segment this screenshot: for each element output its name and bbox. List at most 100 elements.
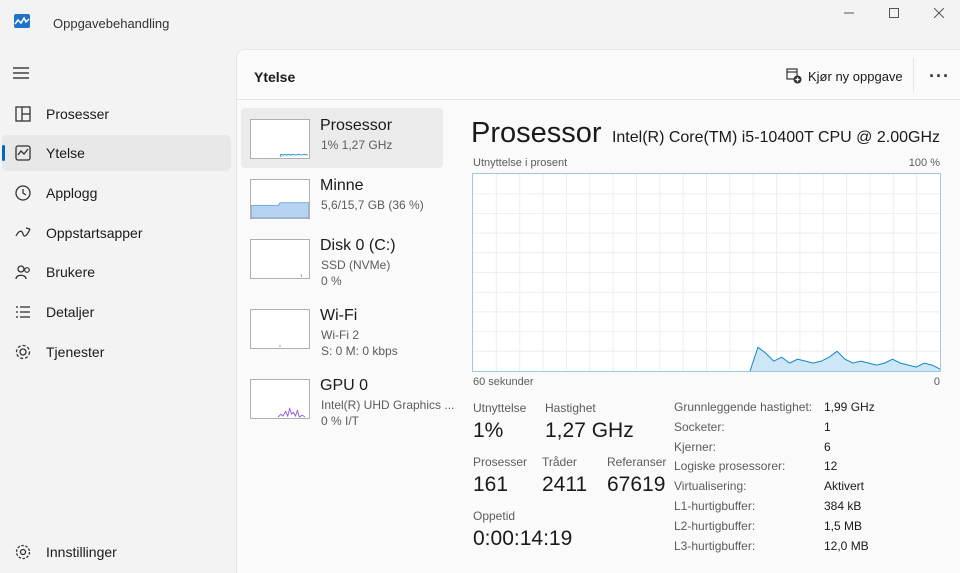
device-name: Minne [320,177,364,194]
sidebar-item-label: Ytelse [46,145,85,161]
property-key: Socketer: [674,419,725,434]
property-value: 12,0 MB [824,538,869,553]
title-bar: Oppgavebehandling [0,0,960,48]
device-thumbnail-graph [250,179,310,219]
users-icon [15,265,30,280]
device-subtitle-secondary: S: 0 M: 0 kbps [321,344,398,358]
property-value: 6 [824,439,831,454]
sidebar-item-label: Tjenester [46,344,105,360]
device-thumbnail-graph [250,309,310,349]
active-indicator [2,145,5,161]
graph-min-label: 0 [933,376,940,388]
processes-label: Prosesser [473,455,528,469]
device-subtitle: Wi-Fi 2 [321,328,359,342]
graph-time-label: 60 sekunder [473,376,534,388]
threads-value: 2411 [542,473,588,496]
more-options-button[interactable]: ··· [929,66,950,87]
sidebar-item-label: Prosesser [46,106,110,122]
sidebar-item-app-history[interactable]: Applogg [2,175,231,211]
graph-label: Utnyttelse i prosent [473,157,568,169]
sidebar-item-services[interactable]: Tjenester [2,334,231,370]
services-icon [15,344,31,360]
device-item[interactable]: Disk 0 (C:) SSD (NVMe) 0 % [241,228,443,288]
run-new-task-label: Kjør ny oppgave [808,68,903,84]
utilization-value: 1% [473,419,504,442]
processes-value: 161 [473,473,509,496]
settings-label: Innstillinger [46,544,117,560]
minimize-icon [844,12,854,14]
speed-label: Hastighet [545,401,596,415]
device-item[interactable]: GPU 0 Intel(R) UHD Graphics ... 0 % I/T [241,368,454,428]
detail-title: Prosessor [471,117,602,149]
property-value: 1,5 MB [824,518,863,533]
page-title: Ytelse [254,69,296,85]
uptime-label: Oppetid [473,509,516,523]
gear-icon [15,544,31,560]
processes-icon [15,106,31,122]
device-item[interactable]: Prosessor 1% 1,27 GHz [241,108,443,168]
cpu-model: Intel(R) Core(TM) i5-10400T CPU @ 2.00GH… [611,129,940,146]
close-button[interactable] [916,4,960,22]
property-key: Virtualisering: [674,479,747,494]
property-key: L3-hurtigbuffer: [674,538,756,553]
sidebar-item-label: Detaljer [46,304,95,320]
hamburger-menu-icon[interactable] [12,66,30,80]
device-subtitle-secondary: 0 % I/T [321,414,360,428]
device-subtitle: 1% 1,27 GHz [321,138,393,152]
window-title: Oppgavebehandling [53,16,170,31]
sidebar-item-details[interactable]: Detaljer [2,294,231,330]
details-icon [16,306,30,318]
property-key: L1-hurtigbuffer: [674,499,756,513]
handles-value: 67619 [607,473,666,496]
app-history-icon [15,185,31,201]
sidebar-item-processes[interactable]: Prosesser [2,96,231,132]
threads-label: Tråder [542,455,577,469]
device-subtitle: Intel(R) UHD Graphics ... [321,398,455,412]
content-panel: Ytelse Kjør ny oppgave ··· Prosessor 1% 1… [236,49,960,573]
device-item[interactable]: Wi-Fi Wi-Fi 2 S: 0 M: 0 kbps [241,298,443,358]
sidebar-item-label: Applogg [46,185,98,201]
property-value: Aktivert [824,479,865,494]
device-subtitle: 5,6/15,7 GB (36 %) [321,198,424,212]
device-item[interactable]: Minne 5,6/15,7 GB (36 %) [241,168,443,228]
sidebar-item-label: Brukere [46,264,96,280]
property-key: Kjerner: [674,439,717,454]
device-subtitle: SSD (NVMe) [321,258,391,272]
device-name: GPU 0 [320,377,369,394]
content-header: Ytelse Kjør ny oppgave ··· [237,50,960,100]
device-name: Disk 0 (C:) [320,237,396,254]
property-value: 1,99 GHz [824,400,875,414]
speed-value: 1,27 GHz [545,419,634,442]
maximize-icon [889,8,899,18]
property-key: Logiske prosessorer: [674,459,786,474]
sidebar-item-label: Oppstartsapper [46,225,143,241]
device-thumbnail-graph [250,119,310,159]
property-value: 1 [824,419,831,434]
minimize-button[interactable] [826,4,872,22]
run-new-task-button[interactable]: Kjør ny oppgave [786,66,903,86]
sidebar-item-users[interactable]: Brukere [2,254,231,290]
graph-max-label: 100 % [908,157,940,169]
device-name: Wi-Fi [320,307,358,324]
uptime-value: 0:00:14:19 [473,527,573,550]
maximize-button[interactable] [871,4,917,22]
handles-label: Referanser [607,455,667,469]
startup-apps-icon [15,227,31,237]
property-value: 384 kB [824,499,862,513]
device-name: Prosessor [320,117,393,134]
sidebar-item-settings[interactable]: Innstillinger [2,534,231,570]
run-new-task-icon [786,68,802,84]
device-subtitle-secondary: 0 % [321,274,342,288]
sidebar-item-startup-apps[interactable]: Oppstartsapper [2,215,231,251]
cpu-utilization-graph [472,173,941,372]
header-divider [913,58,914,92]
close-icon [934,8,944,18]
device-thumbnail-graph [250,379,310,419]
performance-icon [15,145,31,161]
device-thumbnail-graph [250,239,310,279]
property-key: Grunnleggende hastighet: [674,400,813,414]
sidebar-item-performance[interactable]: Ytelse [2,135,231,171]
navigation-sidebar: Prosesser Ytelse Applogg Oppstartsapper … [0,52,236,573]
task-manager-app-icon [14,14,30,28]
property-key: L2-hurtigbuffer: [674,518,756,533]
